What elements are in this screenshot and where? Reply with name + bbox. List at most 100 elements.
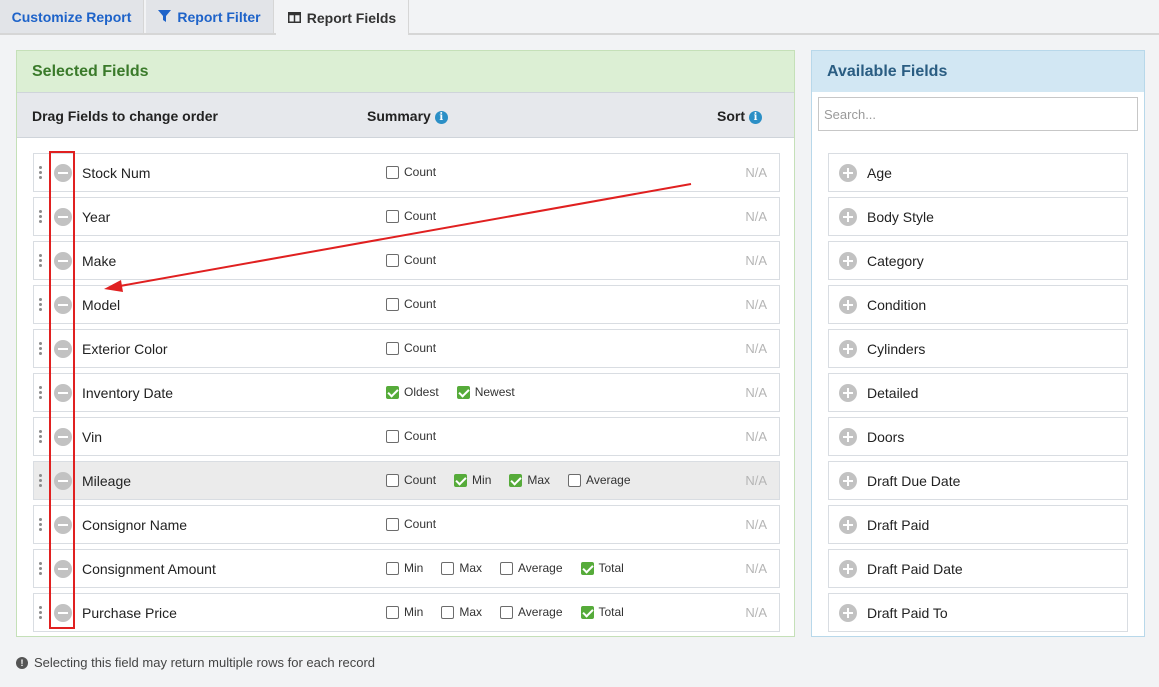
- available-field-row[interactable]: Cylinders: [828, 329, 1128, 368]
- summary-checkbox-count[interactable]: Count: [386, 473, 436, 487]
- checkbox[interactable]: [509, 473, 523, 487]
- checkbox[interactable]: [386, 561, 399, 575]
- add-field-icon[interactable]: [839, 472, 857, 490]
- drag-handle-icon[interactable]: [39, 518, 43, 532]
- selected-field-row[interactable]: Consignment Amount Min Max Average Total N/A: [33, 549, 780, 588]
- remove-field-icon[interactable]: [54, 208, 72, 226]
- available-field-row[interactable]: Doors: [828, 417, 1128, 456]
- checkbox[interactable]: [441, 561, 455, 575]
- remove-field-icon[interactable]: [54, 296, 72, 314]
- info-icon[interactable]: i: [749, 111, 762, 124]
- add-field-icon[interactable]: [839, 252, 857, 270]
- summary-checkbox-max[interactable]: Max: [441, 561, 482, 575]
- checkbox[interactable]: [500, 605, 514, 619]
- add-field-icon[interactable]: [839, 560, 857, 578]
- available-field-row[interactable]: Draft Paid: [828, 505, 1128, 544]
- summary-checkbox-count[interactable]: Count: [386, 429, 436, 443]
- summary-checkbox-total[interactable]: Total: [580, 605, 624, 619]
- checkbox[interactable]: [386, 385, 399, 399]
- summary-checkbox-min[interactable]: Min: [454, 473, 491, 487]
- drag-handle-icon[interactable]: [39, 210, 43, 224]
- summary-checkbox-average[interactable]: Average: [500, 561, 563, 575]
- remove-field-icon[interactable]: [54, 516, 72, 534]
- checkbox[interactable]: [386, 429, 399, 443]
- summary-checkbox-oldest[interactable]: Oldest: [386, 385, 439, 399]
- available-field-row[interactable]: Category: [828, 241, 1128, 280]
- drag-handle-icon[interactable]: [39, 606, 43, 620]
- summary-checkbox-count[interactable]: Count: [386, 297, 436, 311]
- selected-field-row[interactable]: Inventory Date Oldest Newest N/A: [33, 373, 780, 412]
- tab-customize-report[interactable]: Customize Report: [0, 0, 144, 33]
- selected-field-row[interactable]: Stock Num Count N/A: [33, 153, 780, 192]
- drag-handle-icon[interactable]: [39, 166, 43, 180]
- tab-report-filter[interactable]: Report Filter: [146, 0, 274, 33]
- remove-field-icon[interactable]: [54, 472, 72, 490]
- summary-checkbox-average[interactable]: Average: [500, 605, 563, 619]
- checkbox[interactable]: [386, 165, 399, 179]
- add-field-icon[interactable]: [839, 516, 857, 534]
- remove-field-icon[interactable]: [54, 604, 72, 622]
- available-field-row[interactable]: Condition: [828, 285, 1128, 324]
- drag-handle-icon[interactable]: [39, 430, 43, 444]
- summary-checkbox-count[interactable]: Count: [386, 209, 436, 223]
- add-field-icon[interactable]: [839, 296, 857, 314]
- selected-field-row[interactable]: Vin Count N/A: [33, 417, 780, 456]
- checkbox[interactable]: [386, 253, 399, 267]
- checkbox[interactable]: [386, 517, 399, 531]
- checkbox[interactable]: [386, 341, 399, 355]
- available-field-row[interactable]: Draft Paid To: [828, 593, 1128, 632]
- checkbox[interactable]: [456, 385, 470, 399]
- remove-field-icon[interactable]: [54, 384, 72, 402]
- drag-handle-icon[interactable]: [39, 562, 43, 576]
- checkbox[interactable]: [386, 473, 399, 487]
- summary-checkbox-total[interactable]: Total: [580, 561, 624, 575]
- search-input[interactable]: [818, 97, 1138, 131]
- summary-checkbox-count[interactable]: Count: [386, 253, 436, 267]
- summary-checkbox-max[interactable]: Max: [509, 473, 550, 487]
- checkbox[interactable]: [454, 473, 468, 487]
- remove-field-icon[interactable]: [54, 560, 72, 578]
- selected-field-row[interactable]: Make Count N/A: [33, 241, 780, 280]
- remove-field-icon[interactable]: [54, 164, 72, 182]
- available-field-row[interactable]: Detailed: [828, 373, 1128, 412]
- summary-checkbox-count[interactable]: Count: [386, 517, 436, 531]
- remove-field-icon[interactable]: [54, 428, 72, 446]
- summary-checkbox-max[interactable]: Max: [441, 605, 482, 619]
- checkbox[interactable]: [580, 561, 594, 575]
- checkbox[interactable]: [500, 561, 514, 575]
- add-field-icon[interactable]: [839, 428, 857, 446]
- available-field-row[interactable]: Age: [828, 153, 1128, 192]
- checkbox[interactable]: [441, 605, 455, 619]
- summary-checkbox-count[interactable]: Count: [386, 341, 436, 355]
- add-field-icon[interactable]: [839, 604, 857, 622]
- summary-checkbox-min[interactable]: Min: [386, 605, 423, 619]
- selected-field-row[interactable]: Mileage Count Min Max Average N/A: [33, 461, 780, 500]
- info-icon[interactable]: i: [434, 111, 448, 124]
- add-field-icon[interactable]: [839, 384, 857, 402]
- available-field-row[interactable]: Draft Paid Date: [828, 549, 1128, 588]
- checkbox[interactable]: [568, 473, 582, 487]
- remove-field-icon[interactable]: [54, 252, 72, 270]
- drag-handle-icon[interactable]: [39, 298, 43, 312]
- available-field-row[interactable]: Body Style: [828, 197, 1128, 236]
- remove-field-icon[interactable]: [54, 340, 72, 358]
- checkbox[interactable]: [580, 605, 594, 619]
- summary-checkbox-min[interactable]: Min: [386, 561, 423, 575]
- summary-checkbox-newest[interactable]: Newest: [456, 385, 515, 399]
- checkbox[interactable]: [386, 209, 399, 223]
- checkbox[interactable]: [386, 297, 399, 311]
- checkbox[interactable]: [386, 605, 399, 619]
- tab-report-fields[interactable]: Report Fields: [276, 0, 409, 35]
- selected-field-row[interactable]: Consignor Name Count N/A: [33, 505, 780, 544]
- selected-field-row[interactable]: Year Count N/A: [33, 197, 780, 236]
- drag-handle-icon[interactable]: [39, 254, 43, 268]
- drag-handle-icon[interactable]: [39, 386, 43, 400]
- selected-field-row[interactable]: Purchase Price Min Max Average Total N/A: [33, 593, 780, 632]
- available-field-row[interactable]: Draft Due Date: [828, 461, 1128, 500]
- add-field-icon[interactable]: [839, 208, 857, 226]
- summary-checkbox-count[interactable]: Count: [386, 165, 436, 179]
- selected-field-row[interactable]: Exterior Color Count N/A: [33, 329, 780, 368]
- add-field-icon[interactable]: [839, 340, 857, 358]
- drag-handle-icon[interactable]: [39, 342, 43, 356]
- drag-handle-icon[interactable]: [39, 474, 43, 488]
